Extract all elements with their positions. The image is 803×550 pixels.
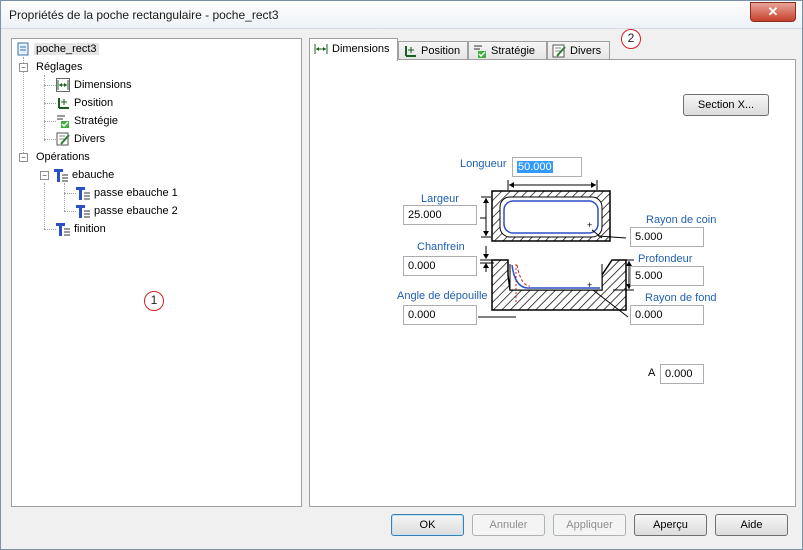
rayon-coin-input[interactable]: 5.000 [630, 227, 704, 247]
close-button[interactable]: ✕ [750, 2, 796, 22]
profondeur-label: Profondeur [638, 253, 693, 265]
title-bar: Propriétés de la poche rectangulaire - p… [1, 1, 802, 29]
angle-depouille-label: Angle de dépouille [397, 290, 488, 302]
tree-item-reglages[interactable]: Réglages [36, 59, 82, 75]
tree-item-passe2[interactable]: passe ebauche 2 [76, 203, 178, 219]
a-label: A [648, 367, 656, 379]
position-icon [56, 96, 70, 110]
a-input[interactable]: 0.000 [660, 364, 704, 384]
document-icon [16, 42, 30, 56]
tab-dimensions-label: Dimensions [332, 43, 390, 55]
tree-connector [44, 139, 56, 140]
tree-label-dimensions: Dimensions [74, 79, 132, 91]
tab-divers-label: Divers [570, 45, 602, 57]
largeur-input[interactable]: 25.000 [403, 205, 477, 225]
tree-label-position: Position [74, 97, 114, 109]
tree-connector [44, 229, 56, 230]
longueur-value: 50.000 [517, 161, 553, 173]
tab-position[interactable]: Position [398, 41, 468, 61]
tool-operation-icon [54, 168, 68, 183]
tree-label-reglages: Réglages [36, 61, 83, 73]
window-title: Propriétés de la poche rectangulaire - p… [9, 8, 279, 22]
rayon-coin-label: Rayon de coin [646, 214, 717, 226]
tree-item-position[interactable]: Position [56, 95, 113, 111]
tree-item-operations[interactable]: Opérations [36, 149, 90, 165]
position-icon [403, 44, 417, 58]
dimensions-icon [56, 78, 70, 93]
tree-connector [44, 103, 56, 104]
tree-item-dimensions[interactable]: Dimensions [56, 77, 131, 93]
tree-label-operations: Opérations [36, 151, 90, 163]
collapse-icon[interactable]: − [19, 63, 28, 72]
profondeur-input[interactable]: 5.000 [630, 266, 704, 286]
tab-divers[interactable]: Divers [547, 41, 610, 61]
apply-button[interactable]: Appliquer [553, 514, 626, 536]
tree-connector [44, 183, 45, 229]
tree-connector [23, 57, 24, 159]
tree-item-finition[interactable]: finition [56, 221, 106, 237]
largeur-label: Largeur [421, 193, 459, 205]
tree-connector [64, 183, 65, 211]
tool-operation-icon [56, 222, 70, 237]
longueur-input[interactable]: 50.000 [512, 157, 582, 177]
longueur-label: Longueur [460, 158, 507, 170]
collapse-icon[interactable]: − [19, 153, 28, 162]
strategy-icon [473, 44, 487, 59]
tool-operation-icon [76, 204, 90, 219]
tree-label-ebauche: ebauche [72, 169, 115, 181]
tree-label-passe1: passe ebauche 1 [94, 187, 178, 199]
callout-marker-1: 1 [144, 291, 164, 311]
callout-marker-2: 2 [621, 29, 641, 49]
tab-dimensions[interactable]: Dimensions [309, 38, 398, 61]
chanfrein-input[interactable]: 0.000 [403, 256, 477, 276]
tab-position-label: Position [421, 45, 461, 57]
tree-item-divers[interactable]: Divers [56, 131, 105, 147]
dimensions-tab-panel: Section X... + + Longueur 50.000 Largeur… [309, 59, 796, 507]
tree-connector [44, 121, 56, 122]
tree-connector [64, 193, 76, 194]
tree-label-finition: finition [74, 223, 106, 235]
svg-text:+: + [587, 280, 592, 290]
tab-strategie[interactable]: Stratégie [468, 41, 547, 61]
tool-operation-icon [76, 186, 90, 201]
tree-connector [44, 85, 56, 86]
tree-label-divers: Divers [74, 133, 106, 145]
dialog-window: Propriétés de la poche rectangulaire - p… [0, 0, 803, 550]
tree-label-strategie: Stratégie [74, 115, 119, 127]
rayon-fond-label: Rayon de fond [645, 292, 717, 304]
cancel-button[interactable]: Annuler [472, 514, 545, 536]
svg-text:+: + [587, 220, 592, 230]
tree-connector [64, 211, 76, 212]
tab-strategie-label: Stratégie [491, 45, 536, 57]
preview-button[interactable]: Aperçu [634, 514, 707, 536]
tree-item-root[interactable]: poche_rect3 [16, 41, 99, 57]
dimensions-icon [314, 42, 328, 56]
notes-icon [56, 132, 70, 146]
ok-button[interactable]: OK [391, 514, 464, 536]
tree-item-passe1[interactable]: passe ebauche 1 [76, 185, 178, 201]
notes-icon [552, 44, 566, 58]
rayon-fond-input[interactable]: 0.000 [630, 305, 704, 325]
angle-depouille-input[interactable]: 0.000 [403, 305, 477, 325]
tree-panel: poche_rect3 − Réglages Dimensions Positi… [11, 38, 302, 507]
strategy-icon [56, 114, 70, 129]
chanfrein-label: Chanfrein [417, 241, 465, 253]
tree-label-root: poche_rect3 [34, 43, 99, 55]
help-button[interactable]: Aide [715, 514, 788, 536]
collapse-icon[interactable]: − [40, 171, 49, 180]
tree-label-passe2: passe ebauche 2 [94, 205, 178, 217]
tree-item-strategie[interactable]: Stratégie [56, 113, 118, 129]
pocket-diagram: + + [478, 180, 634, 318]
tree-item-ebauche[interactable]: ebauche [54, 167, 114, 183]
